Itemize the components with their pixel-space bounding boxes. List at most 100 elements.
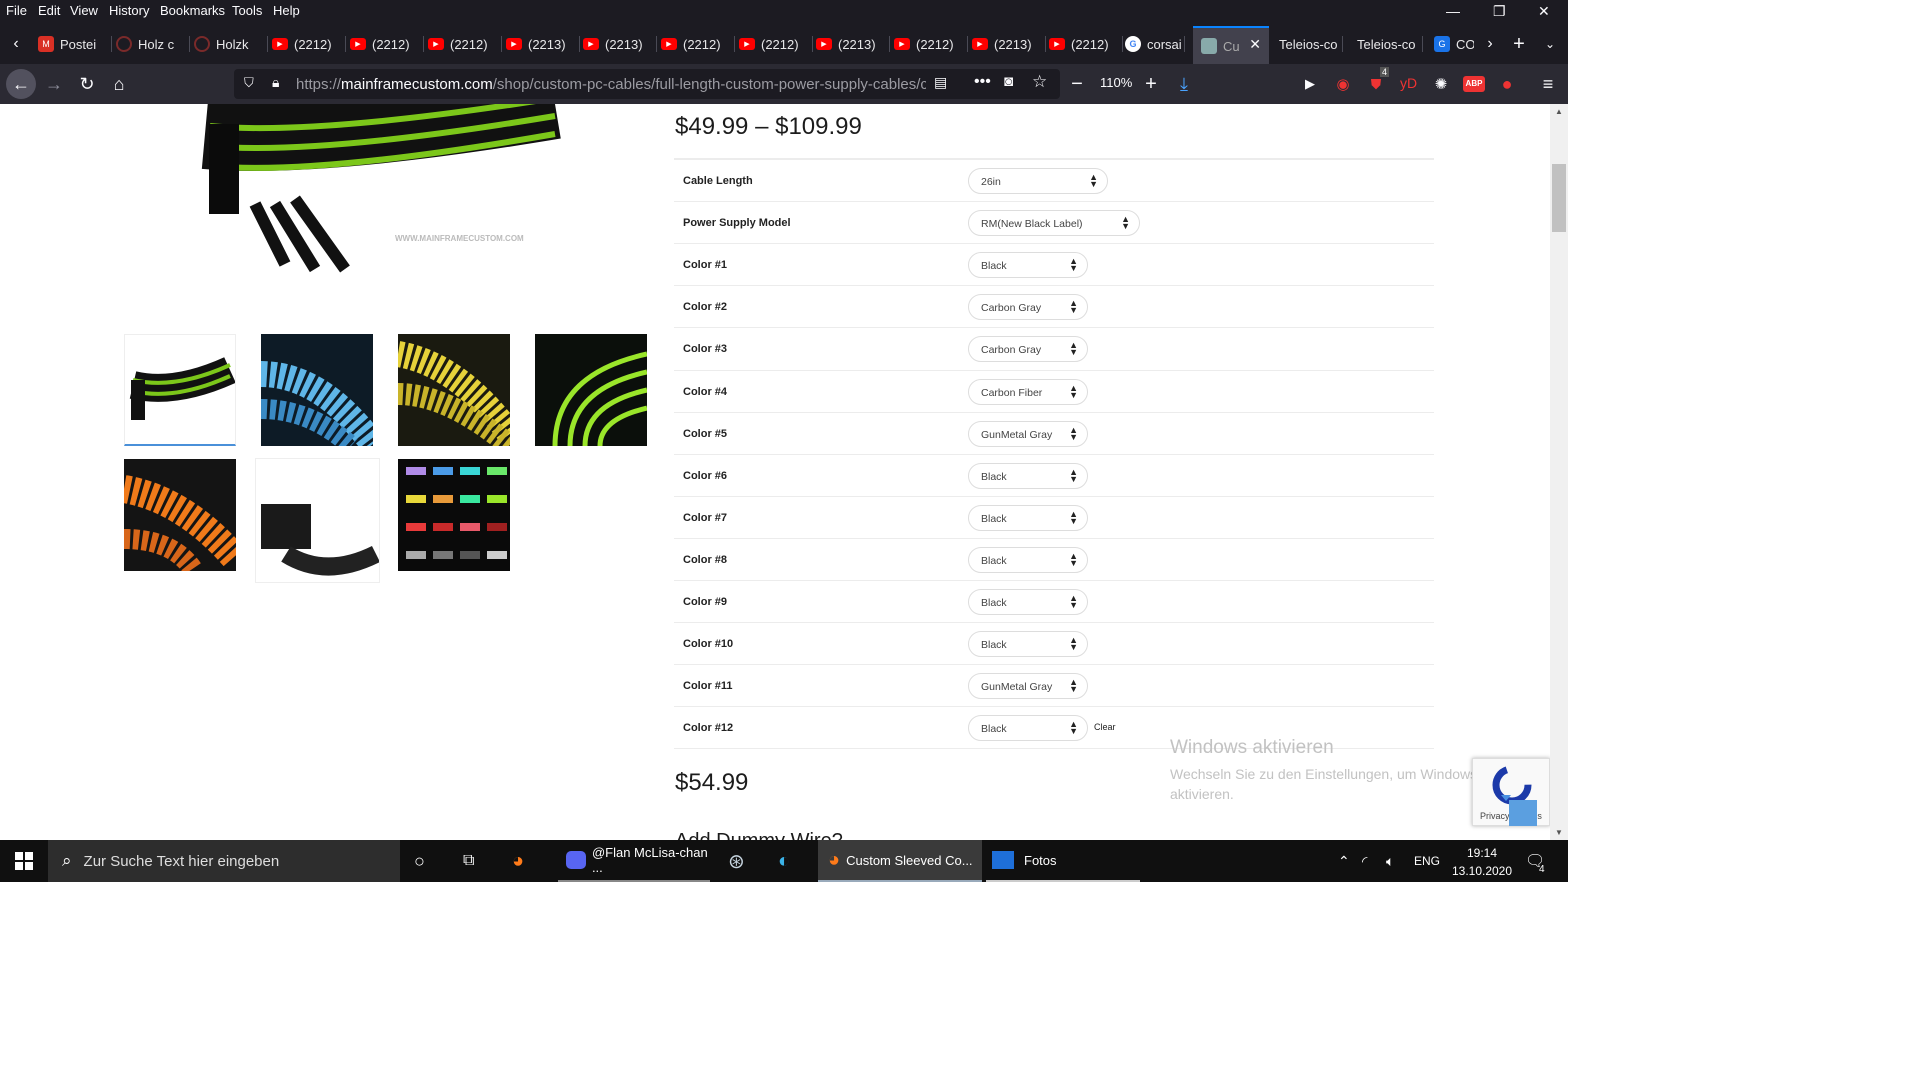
start-button[interactable] — [0, 840, 48, 882]
thumbnail-5[interactable] — [124, 459, 236, 571]
shield-icon[interactable]: ⛉ — [244, 75, 254, 91]
back-icon[interactable]: ← — [6, 69, 36, 99]
thumbnail-3[interactable] — [398, 334, 510, 446]
menu-file[interactable]: File — [6, 3, 27, 18]
clock-date[interactable]: 13.10.2020 — [1450, 864, 1514, 878]
show-hidden-icons-icon[interactable]: ⌃ — [1338, 840, 1350, 882]
main-product-image[interactable]: WWW.MAINFRAMECUSTOM.COM — [195, 104, 575, 284]
close-tab-icon[interactable]: ✕ — [1249, 36, 1261, 53]
yd-extension-icon[interactable]: yD — [1400, 75, 1417, 91]
url-bar[interactable]: ⛉ 🔒︎ https://mainframecustom.com/shop/cu… — [234, 69, 1060, 99]
lock-icon[interactable]: 🔒︎ — [272, 74, 279, 91]
tab-9[interactable]: ▶ (2212) — [661, 30, 735, 58]
tab-teleios-1[interactable]: Teleios-co — [1279, 30, 1343, 58]
scroll-up-icon[interactable]: ▲ — [1555, 107, 1563, 116]
option-select[interactable]: Black ▲ ▼ — [968, 504, 1088, 531]
menu-history[interactable]: History — [109, 3, 149, 18]
edge-icon[interactable]: ◐ — [778, 840, 806, 882]
menu-view[interactable]: View — [70, 3, 98, 18]
task-view-icon[interactable]: ⧉ — [463, 840, 485, 882]
menu-help[interactable]: Help — [273, 3, 300, 18]
option-select[interactable]: RM(New Black Label) ▲ ▼ — [968, 210, 1140, 237]
tab-4[interactable]: ▶ (2212) — [272, 30, 346, 58]
scroll-down-icon[interactable]: ▼ — [1555, 828, 1563, 837]
download-icon[interactable]: ⤓ — [1172, 72, 1196, 96]
volume-icon[interactable]: 🔈︎ — [1386, 840, 1394, 882]
thumbnail-6[interactable] — [255, 458, 380, 583]
menu-edit[interactable]: Edit — [38, 3, 60, 18]
extension-red-icon[interactable]: ● — [1495, 72, 1519, 96]
home-icon[interactable]: ⌂ — [107, 72, 131, 96]
notification-icon[interactable]: 🗨︎ — [1525, 840, 1545, 882]
option-select[interactable]: GunMetal Gray ▲ ▼ — [968, 420, 1088, 447]
tab-8[interactable]: ▶ (2213) — [583, 30, 657, 58]
scrollbar-thumb[interactable] — [1552, 164, 1566, 232]
tab-15[interactable]: Gcorsai — [1125, 30, 1185, 58]
minimize-icon[interactable]: — — [1446, 3, 1460, 19]
privacy-extension-icon[interactable]: ✺ — [1429, 72, 1453, 96]
reload-icon[interactable]: ↻ — [75, 72, 99, 96]
tab-1[interactable]: M Postei — [38, 30, 112, 58]
clock-time[interactable]: 19:14 — [1450, 846, 1514, 860]
option-select[interactable]: Black ▲ ▼ — [968, 546, 1088, 573]
option-select[interactable]: Black ▲ ▼ — [968, 252, 1088, 279]
tab-2[interactable]: Holz c — [116, 30, 190, 58]
list-tabs-icon[interactable]: ⌄ — [1538, 32, 1562, 56]
option-select[interactable]: Carbon Gray ▲ ▼ — [968, 336, 1088, 363]
option-select[interactable]: GunMetal Gray ▲ ▼ — [968, 673, 1088, 700]
tab-7[interactable]: ▶ (2213) — [506, 30, 580, 58]
option-select[interactable]: Black ▲ ▼ — [968, 631, 1088, 658]
restore-icon[interactable]: ❐ — [1493, 3, 1506, 20]
tab-10[interactable]: ▶ (2212) — [739, 30, 813, 58]
clear-selection-link[interactable]: Clear — [1094, 722, 1116, 732]
adblock-plus-icon[interactable]: ABP — [1463, 76, 1485, 92]
scroll-to-top-button[interactable] — [1509, 800, 1537, 826]
tab-13[interactable]: ▶ (2213) — [972, 30, 1046, 58]
option-select[interactable]: 26in ▲ ▼ — [968, 168, 1108, 194]
tab-6[interactable]: ▶ (2212) — [428, 30, 502, 58]
forward-icon[interactable]: → — [42, 72, 66, 96]
option-select[interactable]: Carbon Fiber ▲ ▼ — [968, 378, 1088, 405]
url-text[interactable]: https://mainframecustom.com/shop/custom-… — [296, 76, 926, 93]
option-select[interactable]: Black ▲ ▼ — [968, 715, 1088, 742]
extension-icon[interactable]: ◉ — [1331, 72, 1355, 96]
thumbnail-4[interactable] — [535, 334, 647, 446]
language-indicator[interactable]: ENG — [1414, 840, 1440, 882]
tab-teleios-2[interactable]: Teleios-co — [1357, 30, 1423, 58]
youtube-ext-icon[interactable]: ▶ — [1298, 72, 1322, 96]
taskbar-photos[interactable]: Fotos — [986, 840, 1140, 882]
menu-tools[interactable]: Tools — [232, 3, 262, 18]
tab-14[interactable]: ▶ (2212) — [1049, 30, 1123, 58]
zoom-in-icon[interactable]: + — [1139, 72, 1163, 96]
taskbar-discord[interactable]: @Flan McLisa-chan ... — [558, 840, 710, 882]
steam-icon[interactable]: ⊛ — [728, 840, 756, 882]
scrollbar[interactable]: ▲ ▼ — [1550, 104, 1568, 840]
zoom-out-icon[interactable]: − — [1065, 72, 1089, 96]
pocket-icon[interactable]: ◙ — [1004, 73, 1013, 90]
thumbnail-2[interactable] — [261, 334, 373, 446]
tab-scroll-left-icon[interactable]: ‹ — [4, 32, 28, 56]
tab-5[interactable]: ▶ (2212) — [350, 30, 424, 58]
close-window-icon[interactable]: ✕ — [1538, 3, 1550, 20]
menu-bookmarks[interactable]: Bookmarks — [160, 3, 225, 18]
thumbnail-7[interactable] — [398, 459, 510, 571]
tab-11[interactable]: ▶ (2213) — [816, 30, 890, 58]
bookmark-star-icon[interactable]: ☆ — [1032, 72, 1047, 92]
cortana-icon[interactable]: ○ — [414, 840, 436, 882]
new-tab-icon[interactable]: + — [1507, 32, 1531, 56]
taskbar-firefox[interactable]: ◕ Custom Sleeved Co... — [818, 840, 982, 882]
tab-scroll-right-icon[interactable]: › — [1478, 32, 1502, 56]
search-box[interactable]: ⌕ Zur Suche Text hier eingeben — [48, 840, 400, 882]
option-select[interactable]: Black ▲ ▼ — [968, 589, 1088, 615]
option-select[interactable]: Black ▲ ▼ — [968, 462, 1088, 489]
tab-12[interactable]: ▶ (2212) — [894, 30, 968, 58]
network-icon[interactable]: ◜ — [1362, 840, 1367, 882]
hamburger-menu-icon[interactable]: ≡ — [1536, 72, 1560, 96]
zoom-level[interactable]: 110% — [1100, 75, 1132, 90]
firefox-pinned-icon[interactable]: ◕ — [512, 840, 540, 882]
page-actions-icon[interactable]: ••• — [974, 73, 991, 91]
tab-3[interactable]: Holzk — [194, 30, 268, 58]
reader-view-icon[interactable]: ▤ — [934, 74, 947, 91]
thumbnail-1[interactable] — [124, 334, 236, 446]
tab-active[interactable]: Cu ✕ — [1193, 26, 1269, 64]
